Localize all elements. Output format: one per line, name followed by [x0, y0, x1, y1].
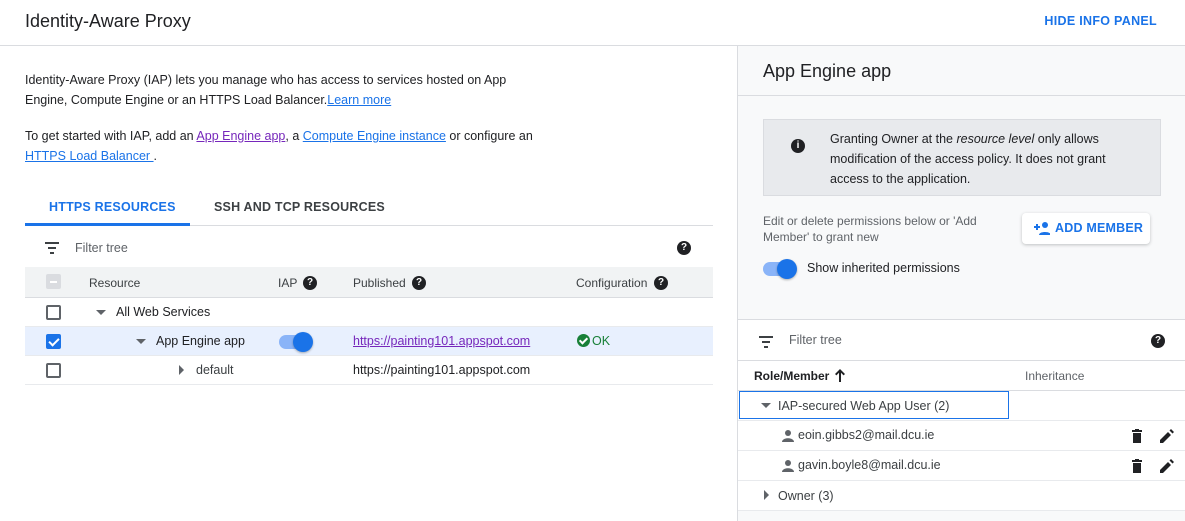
info-icon: i	[791, 139, 805, 153]
member-email: gavin.boyle8@mail.dcu.ie	[798, 458, 941, 472]
column-published: Published	[353, 276, 406, 290]
column-iap: IAP	[278, 276, 298, 290]
member-filter-input[interactable]: Filter tree	[789, 333, 842, 347]
caret-down-icon[interactable]	[96, 310, 106, 315]
resource-name: App Engine app	[156, 334, 245, 348]
info-panel-header: App Engine app	[738, 46, 1185, 96]
member-row[interactable]: eoin.gibbs2@mail.dcu.ie	[738, 421, 1185, 451]
published-url: https://painting101.appspot.com	[353, 363, 531, 377]
learn-more-link[interactable]: Learn more	[327, 93, 391, 107]
info-text-emphasis: resource level	[956, 132, 1035, 146]
page-title: Identity-Aware Proxy	[25, 11, 191, 31]
filter-tree-row[interactable]: Filter tree ?	[25, 231, 713, 265]
app-engine-app-link[interactable]: App Engine app	[196, 129, 285, 143]
caret-right-icon[interactable]	[179, 365, 184, 375]
filter-icon	[45, 242, 59, 254]
filter-tree-input[interactable]: Filter tree	[75, 241, 128, 255]
row-checkbox[interactable]	[46, 334, 61, 349]
get-started-sep1: , a	[285, 129, 303, 143]
configuration-help-icon[interactable]: ?	[654, 276, 668, 290]
role-group-label: IAP-secured Web App User (2)	[778, 399, 950, 413]
resources-table: Resource IAP ? Published ? Configuration…	[25, 267, 713, 385]
row-checkbox[interactable]	[46, 363, 61, 378]
column-role-member[interactable]: Role/Member	[754, 369, 829, 383]
info-panel-title: App Engine app	[763, 61, 892, 81]
help-icon[interactable]: ?	[677, 241, 691, 255]
member-row[interactable]: gavin.boyle8@mail.dcu.ie	[738, 451, 1185, 481]
caret-right-icon[interactable]	[764, 490, 769, 500]
caret-down-icon[interactable]	[136, 339, 146, 344]
get-started-sep2: or configure an	[445, 129, 533, 143]
iap-toggle-knob	[293, 332, 313, 352]
get-started-suffix: .	[153, 149, 158, 163]
intro-description: Identity-Aware Proxy (IAP) lets you mana…	[25, 73, 507, 107]
role-group-row[interactable]: Owner (3)	[738, 481, 1185, 511]
check-circle-icon	[577, 334, 590, 347]
person-add-icon	[1034, 222, 1050, 235]
member-email: eoin.gibbs2@mail.dcu.ie	[798, 428, 935, 442]
column-configuration: Configuration	[576, 276, 648, 290]
table-header: Resource IAP ? Published ? Configuration…	[25, 267, 713, 298]
iap-help-icon[interactable]: ?	[303, 276, 317, 290]
info-panel: App Engine app i Granting Owner at the r…	[737, 46, 1185, 521]
select-all-checkbox[interactable]	[46, 274, 61, 289]
info-text-part1: Granting Owner at the	[830, 132, 957, 146]
top-bar: Identity-Aware Proxy HIDE INFO PANEL	[0, 0, 1185, 46]
resource-tabs: HTTPS RESOURCES SSH AND TCP RESOURCES	[25, 192, 713, 226]
inherited-toggle-knob	[777, 259, 797, 279]
row-checkbox[interactable]	[46, 305, 61, 320]
column-resource: Resource	[89, 276, 141, 290]
person-icon	[782, 430, 794, 442]
role-group-label: Owner (3)	[778, 489, 834, 503]
members-table: Role/Member Inheritance IAP-secured Web …	[738, 361, 1185, 511]
active-tab-indicator	[25, 223, 190, 226]
caret-down-icon[interactable]	[761, 403, 771, 408]
info-notice: i Granting Owner at the resource level o…	[763, 119, 1161, 196]
delete-icon[interactable]	[1130, 429, 1144, 443]
help-icon[interactable]: ?	[1151, 334, 1165, 348]
edit-icon[interactable]	[1160, 429, 1174, 443]
intro-text: Identity-Aware Proxy (IAP) lets you mana…	[25, 70, 545, 110]
filter-icon	[759, 336, 773, 348]
configuration-ok-label: OK	[592, 334, 611, 348]
info-notice-text: Granting Owner at the resource level onl…	[830, 129, 1140, 189]
add-member-button[interactable]: ADD MEMBER	[1022, 213, 1150, 244]
resource-name: default	[196, 363, 234, 377]
sort-ascending-icon[interactable]	[834, 368, 846, 382]
edit-permissions-hint: Edit or delete permissions below or 'Add…	[763, 214, 977, 244]
show-inherited-label: Show inherited permissions	[807, 261, 960, 275]
published-help-icon[interactable]: ?	[412, 276, 426, 290]
person-icon	[782, 460, 794, 472]
edit-icon[interactable]	[1160, 459, 1174, 473]
tab-ssh-tcp-resources[interactable]: SSH AND TCP RESOURCES	[214, 200, 385, 214]
member-filter-row[interactable]: Filter tree ?	[738, 319, 1185, 361]
published-url-link[interactable]: https://painting101.appspot.com	[353, 334, 530, 348]
hide-info-panel-button[interactable]: HIDE INFO PANEL	[1044, 14, 1157, 28]
https-load-balancer-link[interactable]: HTTPS Load Balancer	[25, 149, 154, 163]
members-table-header: Role/Member Inheritance	[738, 361, 1185, 391]
configuration-status: OK	[577, 334, 610, 348]
role-group-row[interactable]: IAP-secured Web App User (2)	[738, 391, 1185, 421]
tab-https-resources[interactable]: HTTPS RESOURCES	[49, 200, 176, 214]
delete-icon[interactable]	[1130, 459, 1144, 473]
column-inheritance: Inheritance	[1025, 369, 1085, 383]
add-member-label: ADD MEMBER	[1055, 221, 1144, 235]
main-content: Identity-Aware Proxy (IAP) lets you mana…	[0, 46, 737, 521]
get-started-text: To get started with IAP, add an App Engi…	[25, 126, 545, 166]
resource-name: All Web Services	[116, 305, 211, 319]
table-row[interactable]: default https://painting101.appspot.com	[25, 356, 713, 385]
table-row[interactable]: App Engine app https://painting101.appsp…	[25, 327, 713, 356]
compute-engine-instance-link[interactable]: Compute Engine instance	[303, 129, 446, 143]
table-row[interactable]: All Web Services	[25, 298, 713, 327]
get-started-prefix: To get started with IAP, add an	[25, 129, 197, 143]
